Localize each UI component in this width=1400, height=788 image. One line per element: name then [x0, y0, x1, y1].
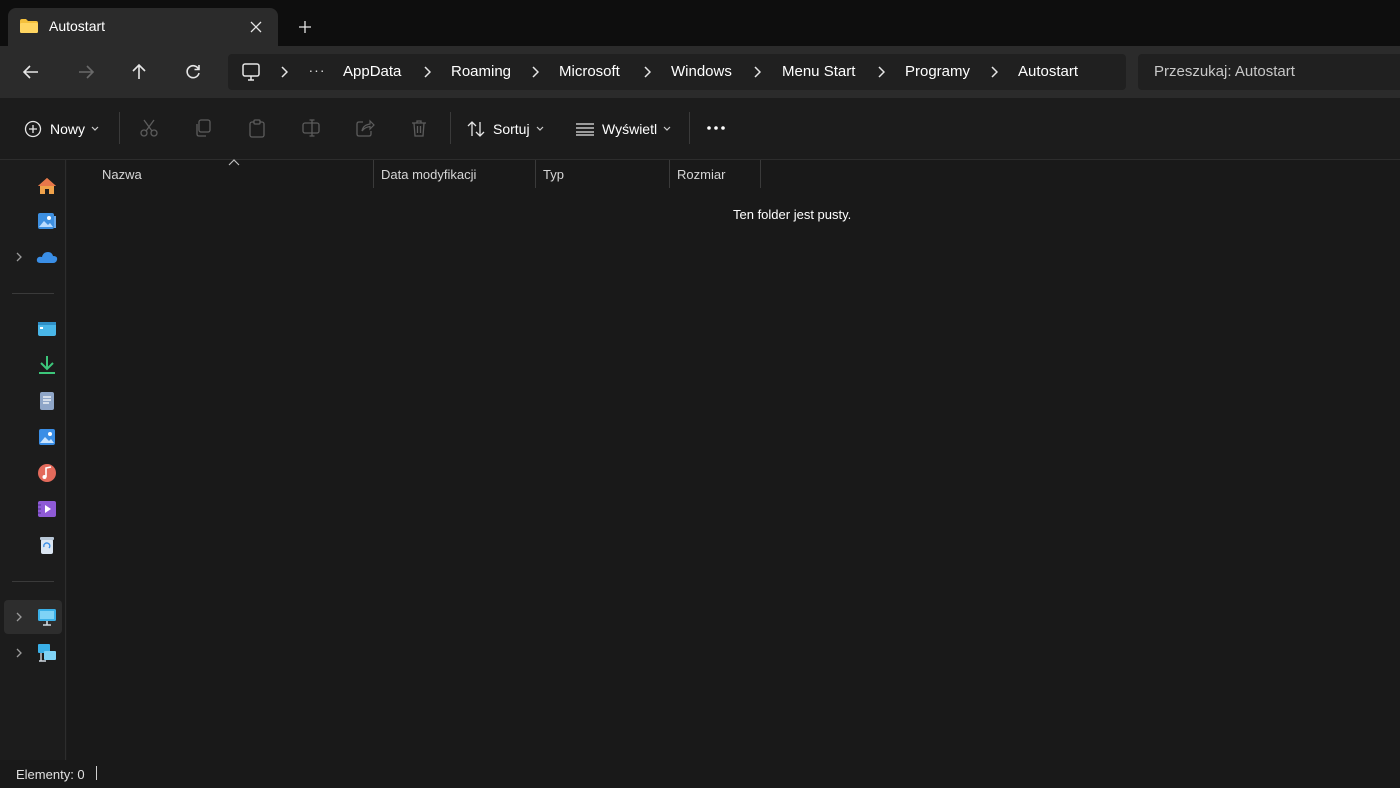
- breadcrumb-roaming[interactable]: Roaming: [451, 63, 511, 80]
- chevron-right-icon[interactable]: [12, 610, 26, 624]
- chevron-right-icon[interactable]: [751, 65, 763, 79]
- chevron-right-icon[interactable]: [875, 65, 887, 79]
- divider: [12, 293, 54, 294]
- new-label: Nowy: [50, 121, 86, 137]
- chevron-right-icon[interactable]: [278, 65, 290, 79]
- chevron-right-icon[interactable]: [421, 65, 433, 79]
- new-button[interactable]: Nowy: [24, 115, 99, 143]
- home-icon[interactable]: [36, 175, 58, 197]
- breadcrumb-overflow[interactable]: ···: [306, 62, 328, 82]
- more-icon[interactable]: [705, 117, 727, 139]
- separator: [119, 112, 120, 144]
- copy-icon[interactable]: [192, 117, 214, 139]
- command-bar: Nowy Sortuj Wyświetl: [0, 98, 1400, 160]
- sort-icon: [467, 121, 485, 137]
- column-header-date-modified[interactable]: Data modyfikacji: [373, 160, 476, 188]
- chevron-down-icon: [536, 126, 544, 131]
- column-header-name[interactable]: Nazwa: [94, 160, 142, 188]
- search-placeholder: Przeszukaj: Autostart: [1154, 63, 1295, 80]
- breadcrumb-autostart[interactable]: Autostart: [1018, 63, 1078, 80]
- items-count: Elementy: 0: [16, 767, 85, 782]
- this-pc-icon[interactable]: [36, 606, 58, 628]
- chevron-down-icon: [663, 126, 671, 131]
- tab-autostart[interactable]: Autostart: [8, 8, 278, 46]
- arrow-right-icon: [79, 65, 95, 79]
- downloads-icon[interactable]: [36, 354, 58, 376]
- breadcrumb-menu-start[interactable]: Menu Start: [782, 63, 855, 80]
- desktop-icon[interactable]: [36, 318, 58, 340]
- arrow-left-icon: [22, 65, 38, 79]
- gallery-icon[interactable]: [36, 210, 58, 232]
- chevron-right-icon[interactable]: [641, 65, 653, 79]
- column-header-type[interactable]: Typ: [535, 160, 564, 188]
- sort-label: Sortuj: [493, 121, 530, 137]
- paste-icon[interactable]: [246, 117, 268, 139]
- refresh-button[interactable]: [178, 58, 208, 86]
- chevron-right-icon[interactable]: [988, 65, 1000, 79]
- empty-folder-message: Ten folder jest pusty.: [733, 207, 852, 222]
- recycle-bin-icon[interactable]: [36, 534, 58, 556]
- chevron-right-icon[interactable]: [12, 250, 26, 264]
- column-divider[interactable]: [760, 160, 761, 188]
- folder-icon: [20, 19, 38, 33]
- address-bar[interactable]: ··· AppData Roaming Microsoft Windows Me…: [228, 54, 1126, 90]
- navigation-bar: ··· AppData Roaming Microsoft Windows Me…: [0, 46, 1400, 98]
- up-button[interactable]: [124, 58, 154, 86]
- close-icon[interactable]: [246, 17, 266, 37]
- file-list[interactable]: Nazwa Data modyfikacji Typ Rozmiar Ten f…: [67, 159, 1400, 760]
- this-pc-icon[interactable]: [240, 61, 262, 83]
- back-button[interactable]: [16, 58, 46, 86]
- view-label: Wyświetl: [602, 121, 658, 137]
- title-bar: Autostart: [0, 0, 1400, 46]
- sort-ascending-icon: [228, 159, 240, 166]
- chevron-right-icon[interactable]: [12, 646, 26, 660]
- column-header-size[interactable]: Rozmiar: [669, 160, 725, 188]
- cut-icon[interactable]: [138, 117, 160, 139]
- arrow-up-icon: [132, 63, 146, 79]
- share-icon[interactable]: [354, 117, 376, 139]
- separator: [450, 112, 451, 144]
- delete-icon[interactable]: [408, 117, 430, 139]
- videos-icon[interactable]: [36, 498, 58, 520]
- forward-button[interactable]: [71, 58, 101, 86]
- view-lines-icon: [576, 123, 594, 136]
- plus-circle-icon: [24, 120, 42, 138]
- divider: [12, 581, 54, 582]
- breadcrumb-microsoft[interactable]: Microsoft: [559, 63, 620, 80]
- music-icon[interactable]: [36, 462, 58, 484]
- breadcrumb-appdata[interactable]: AppData: [343, 63, 401, 80]
- separator: [689, 112, 690, 144]
- documents-icon[interactable]: [36, 390, 58, 412]
- chevron-right-icon[interactable]: [529, 65, 541, 79]
- search-input[interactable]: Przeszukaj: Autostart: [1138, 54, 1400, 90]
- pictures-icon[interactable]: [36, 426, 58, 448]
- onedrive-icon[interactable]: [36, 246, 58, 268]
- status-separator: [96, 766, 97, 780]
- rename-icon[interactable]: [300, 117, 322, 139]
- tab-title: Autostart: [49, 18, 106, 34]
- new-tab-button[interactable]: [293, 16, 317, 38]
- view-button[interactable]: Wyświetl: [576, 115, 671, 143]
- breadcrumb-windows[interactable]: Windows: [671, 63, 732, 80]
- breadcrumb-programy[interactable]: Programy: [905, 63, 970, 80]
- refresh-icon: [186, 64, 200, 79]
- network-icon[interactable]: [36, 642, 58, 664]
- sort-button[interactable]: Sortuj: [467, 115, 544, 143]
- status-bar: Elementy: 0: [0, 760, 1400, 788]
- chevron-down-icon: [91, 126, 99, 131]
- navigation-pane: [0, 160, 66, 760]
